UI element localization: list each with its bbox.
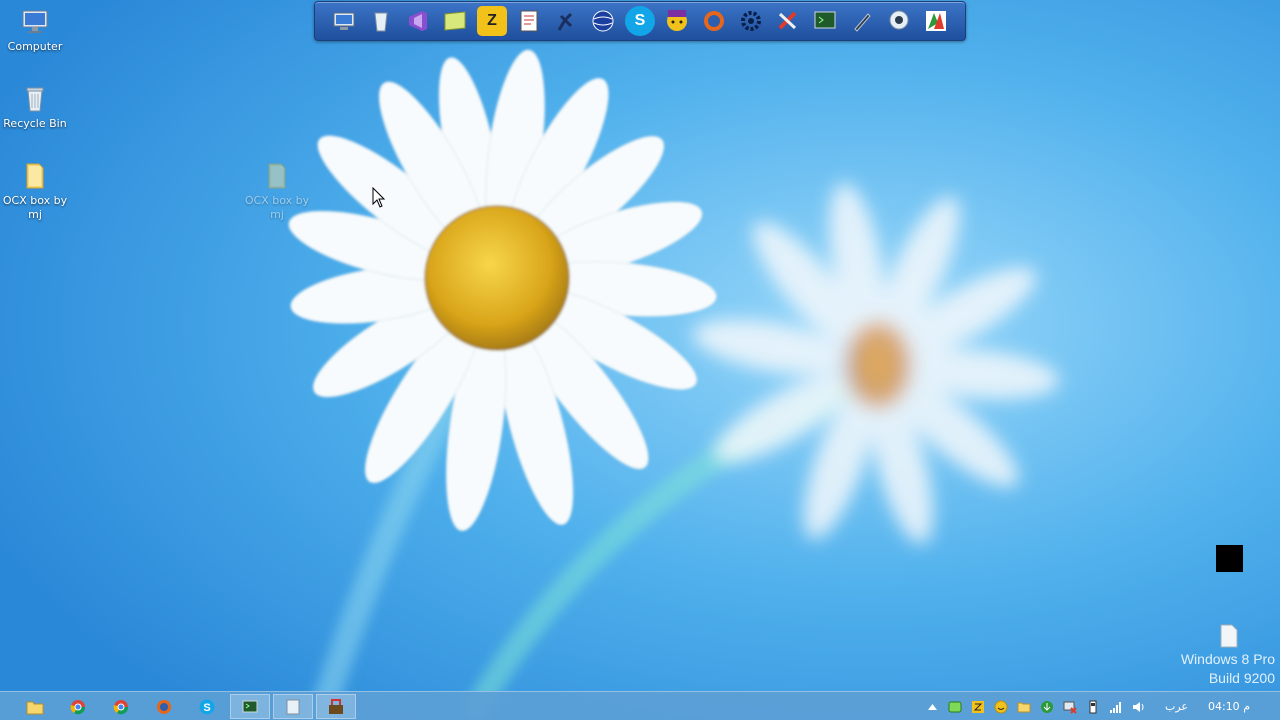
signal-icon[interactable] — [1108, 699, 1124, 715]
visual-studio-icon[interactable] — [403, 6, 433, 36]
tools-icon[interactable] — [773, 6, 803, 36]
webcam-icon[interactable] — [884, 6, 914, 36]
taskbar-firefox[interactable] — [144, 694, 184, 719]
media-app-icon[interactable] — [921, 6, 951, 36]
svg-text:S: S — [203, 702, 210, 714]
desktop-icon-recycle-bin[interactable]: Recycle Bin — [0, 83, 70, 131]
desktop-icon-label: OCX box by mj — [2, 194, 68, 221]
computer-icon — [22, 10, 48, 33]
runner-icon[interactable] — [551, 6, 581, 36]
desktop-icon-label: OCX box by mj — [244, 194, 310, 221]
watermark-build: Build 9200 — [1208, 670, 1275, 686]
recycle-bin-icon[interactable] — [366, 6, 396, 36]
notepad-icon — [286, 699, 300, 714]
taskbar-toolbox[interactable] — [316, 694, 356, 719]
terminal-icon[interactable] — [810, 6, 840, 36]
sync-icon[interactable] — [947, 699, 963, 715]
firefox-icon[interactable] — [699, 6, 729, 36]
taskbar-file-explorer[interactable] — [15, 694, 55, 719]
app-launcher-dock: Z S — [314, 1, 966, 41]
settings-gear-icon[interactable] — [736, 6, 766, 36]
taskbar-notepad[interactable] — [273, 694, 313, 719]
folder-icon[interactable] — [1016, 699, 1032, 715]
windows-watermark: Windows 8 Pro Build 9200 — [1181, 650, 1275, 688]
input-language-indicator[interactable]: عرب — [1165, 700, 1188, 713]
desktop-icon-computer[interactable]: Computer — [0, 6, 70, 54]
taskbar: S عرب 04:10 م — [0, 691, 1280, 720]
watermark-edition: Windows 8 Pro — [1180, 651, 1275, 667]
mouse-cursor-icon — [372, 187, 386, 208]
download-icon[interactable] — [1039, 699, 1055, 715]
taskbar-chrome-a[interactable] — [58, 694, 98, 719]
taskbar-skype[interactable]: S — [187, 694, 227, 719]
desktop-icon-ocx-folder[interactable]: OCX box by mj — [0, 160, 70, 222]
desktop-icon-label: Recycle Bin — [3, 117, 67, 130]
folder-icon — [26, 163, 44, 189]
wallpaper-daisies — [0, 0, 1280, 720]
volume-icon[interactable] — [1131, 699, 1147, 715]
zip-archive-icon[interactable]: Z — [477, 6, 507, 36]
emoticon-icon[interactable] — [993, 699, 1009, 715]
pen-icon[interactable] — [847, 6, 877, 36]
desktop-icon-ocx-folder-dragging[interactable]: OCX box by mj — [242, 160, 312, 222]
desktop-icon-label: Computer — [7, 40, 63, 53]
usb-device-icon[interactable] — [1085, 699, 1101, 715]
folder-icon — [268, 163, 286, 189]
chrome-icon — [113, 699, 129, 714]
taskbar-terminal[interactable] — [230, 694, 270, 719]
globe-icon[interactable] — [588, 6, 618, 36]
network-error-icon[interactable] — [1062, 699, 1078, 715]
zip-icon[interactable] — [970, 699, 986, 715]
document-icon[interactable] — [1219, 624, 1239, 648]
yahoo-messenger-icon[interactable] — [662, 6, 692, 36]
taskbar-clock[interactable]: 04:10 م — [1208, 700, 1250, 713]
firefox-icon — [157, 699, 171, 714]
file-explorer-icon — [26, 701, 44, 714]
chevron-up-icon[interactable] — [924, 699, 940, 715]
skype-icon[interactable]: S — [625, 6, 655, 36]
toolbox-icon — [329, 698, 343, 714]
recycle-bin-icon — [26, 87, 44, 112]
chrome-icon — [70, 699, 86, 714]
taskbar-chrome-b[interactable] — [101, 694, 141, 719]
black-square — [1216, 545, 1243, 572]
control-panel-icon[interactable] — [329, 6, 359, 36]
desktop[interactable]: Computer Recycle Bin OCX box by mj OCX b… — [0, 0, 1280, 720]
system-tray: عرب 04:10 م — [921, 692, 1280, 720]
terminal-icon — [242, 700, 258, 712]
skype-icon: S — [199, 699, 215, 714]
document-editor-icon[interactable] — [514, 6, 544, 36]
notes-icon[interactable] — [440, 6, 470, 36]
